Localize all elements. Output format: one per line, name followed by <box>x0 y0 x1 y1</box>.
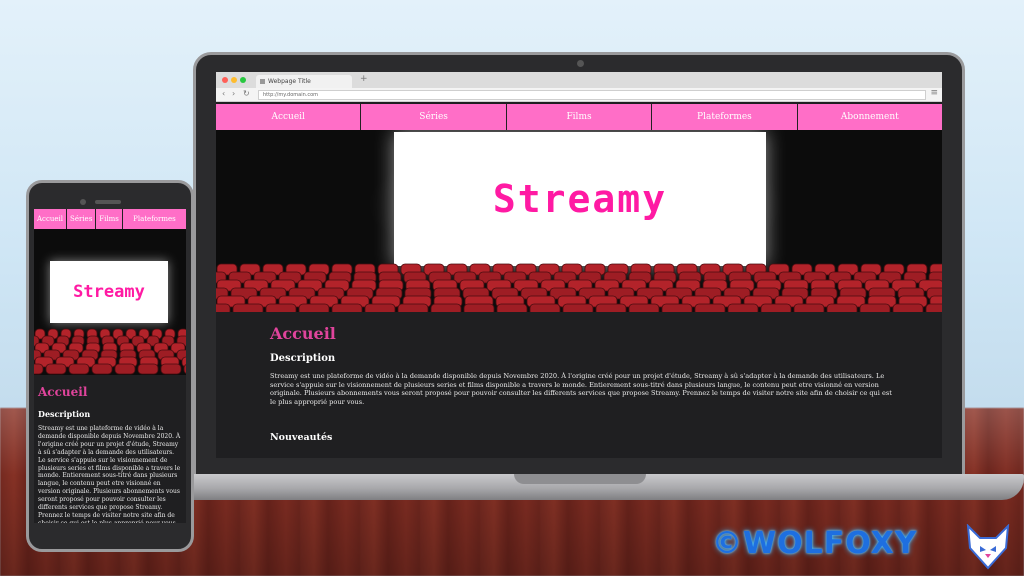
browser-menu-icon[interactable]: ≡ <box>930 88 938 98</box>
streamy-logo: Streamy <box>492 177 668 221</box>
phone-speaker <box>95 200 121 204</box>
fox-logo-icon <box>966 524 1010 570</box>
description-text: Streamy est une plateforme de vidéo à la… <box>270 372 892 406</box>
minimize-window-icon[interactable] <box>231 77 237 83</box>
phone-main-content: Accueil Description Streamy est une plat… <box>34 375 186 523</box>
cinema-seat <box>661 303 693 312</box>
cinema-seat <box>216 303 231 312</box>
cinema-seat <box>298 303 330 312</box>
phone-cinema-seats <box>34 328 186 375</box>
nav-item-abonnement[interactable]: Abonnement <box>798 104 942 130</box>
phone-cinema-screen: Streamy <box>50 261 168 323</box>
cinema-seat <box>68 363 90 375</box>
cinema-seat <box>265 303 297 312</box>
cinema-seat <box>892 303 924 312</box>
browser-toolbar: ‹ › ↻ http://my.domain.com ≡ <box>216 88 942 102</box>
cinema-seat <box>232 303 264 312</box>
cinema-seat <box>91 363 113 375</box>
watermark-text: ©WOLFOXY <box>712 526 918 561</box>
new-tab-button[interactable]: + <box>360 74 368 84</box>
browser-tab[interactable]: Webpage Title <box>256 75 352 88</box>
news-heading: Nouveautés <box>270 432 333 444</box>
nav-item-series[interactable]: Séries <box>361 104 507 130</box>
nav-item-plateformes[interactable]: Plateformes <box>652 104 798 130</box>
cinema-screen: Streamy <box>394 132 766 266</box>
cinema-seat <box>397 303 429 312</box>
phone-hero-banner: Streamy <box>34 229 186 375</box>
cinema-seat <box>793 303 825 312</box>
cinema-seat <box>562 303 594 312</box>
cinema-seat <box>826 303 858 312</box>
cinema-seat <box>331 303 363 312</box>
cinema-seat <box>114 363 136 375</box>
address-bar[interactable]: http://my.domain.com <box>258 90 926 100</box>
phone-nav-item-films[interactable]: Films <box>96 209 123 229</box>
cinema-seat <box>595 303 627 312</box>
phone-streamy-logo: Streamy <box>73 282 145 302</box>
back-icon[interactable]: ‹ <box>222 89 225 98</box>
reload-icon[interactable]: ↻ <box>243 89 250 98</box>
phone-page-title: Accueil <box>38 385 88 399</box>
cinema-seat <box>45 363 67 375</box>
maximize-window-icon[interactable] <box>240 77 246 83</box>
cinema-seat <box>160 363 182 375</box>
phone-site-nav: Accueil Séries Films Plateformes <box>34 209 186 229</box>
tab-title: Webpage Title <box>268 78 311 85</box>
laptop-notch <box>514 474 646 484</box>
phone-screen: Accueil Séries Films Plateformes Streamy… <box>34 209 186 523</box>
phone-description-text: Streamy est une plateforme de vidéo à la… <box>38 425 181 523</box>
cinema-seat <box>529 303 561 312</box>
cinema-seat <box>137 363 159 375</box>
phone-nav-item-accueil[interactable]: Accueil <box>34 209 68 229</box>
cinema-seat <box>628 303 660 312</box>
description-heading: Description <box>270 353 336 364</box>
phone-nav-item-plateformes[interactable]: Plateformes <box>123 209 186 229</box>
cinema-seat <box>760 303 792 312</box>
cinema-seat <box>727 303 759 312</box>
cinema-seat <box>463 303 495 312</box>
phone-camera <box>80 199 86 205</box>
laptop-camera <box>577 60 584 67</box>
laptop-screen: Webpage Title + ‹ › ↻ http://my.domain.c… <box>216 72 942 458</box>
nav-item-films[interactable]: Films <box>507 104 653 130</box>
cinema-seat <box>925 303 942 312</box>
cinema-seat <box>496 303 528 312</box>
page-title: Accueil <box>270 324 336 343</box>
cinema-seat <box>859 303 891 312</box>
site-nav: Accueil Séries Films Plateformes Abonnem… <box>216 104 942 130</box>
cinema-seat <box>364 303 396 312</box>
browser-tab-bar: Webpage Title + <box>216 72 942 88</box>
close-window-icon[interactable] <box>222 77 228 83</box>
cinema-seat <box>694 303 726 312</box>
cinema-seats <box>216 263 942 312</box>
nav-item-accueil[interactable]: Accueil <box>216 104 362 130</box>
page-icon <box>260 79 265 84</box>
cinema-seat <box>430 303 462 312</box>
hero-banner: Streamy <box>216 130 942 312</box>
phone-description-heading: Description <box>38 409 91 419</box>
phone-nav-item-series[interactable]: Séries <box>67 209 97 229</box>
forward-icon[interactable]: › <box>232 89 235 98</box>
cinema-seat <box>34 363 44 375</box>
main-content: Accueil Description Streamy est une plat… <box>216 312 942 458</box>
